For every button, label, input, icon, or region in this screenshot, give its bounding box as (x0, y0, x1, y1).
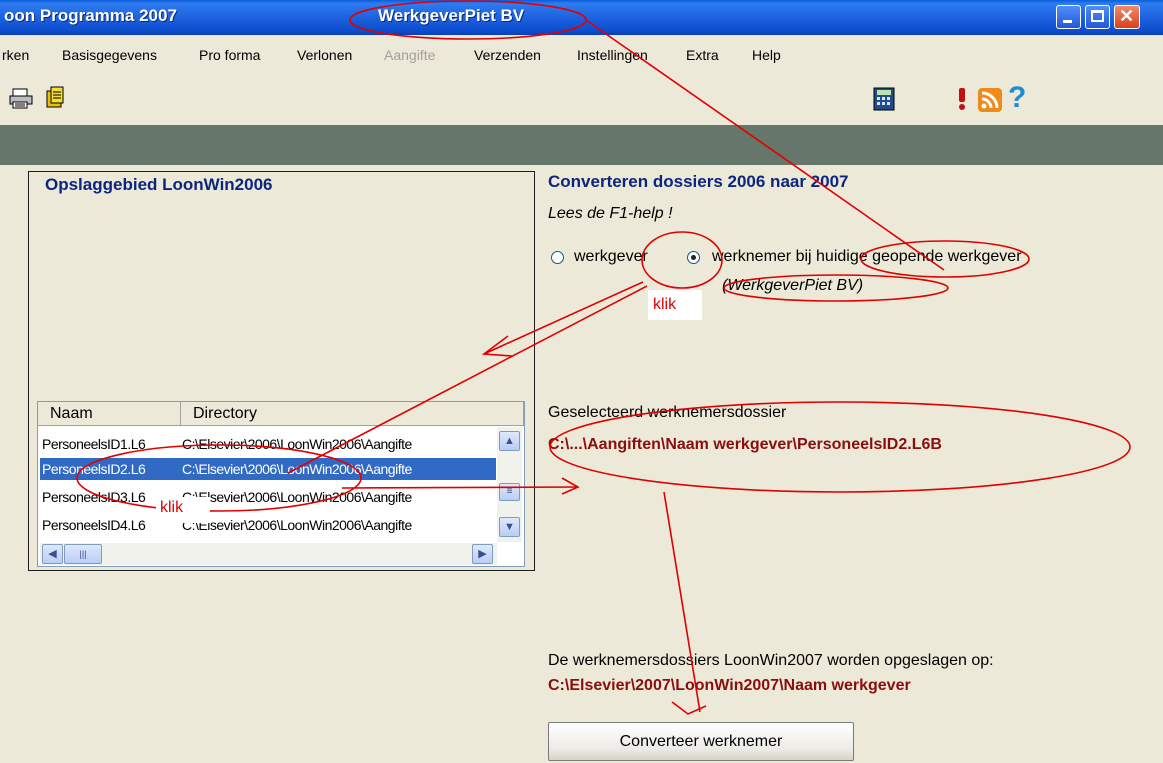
annotation-overlay (76, 0, 1131, 715)
click-annotation-text: klik (160, 499, 184, 516)
click-annotation-2: klik (156, 497, 210, 523)
werkgever-label-ellipse (723, 274, 949, 302)
click-annotation-text: klik (653, 296, 677, 313)
employer-title-ellipse (349, 0, 587, 40)
click-annotation-1: klik (648, 290, 702, 320)
huidige-geopende-ellipse (860, 240, 1030, 278)
selected-row-ellipse (76, 444, 362, 512)
radio-ellipse (641, 231, 723, 289)
selected-path-ellipse (549, 401, 1131, 493)
